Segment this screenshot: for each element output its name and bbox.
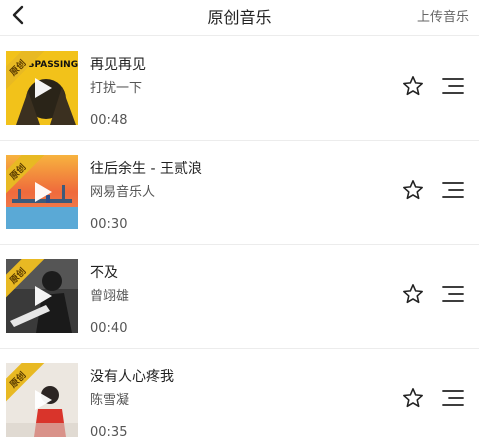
song-item[interactable]: 原创 不及 曾翊雄 00:40 [0, 245, 479, 349]
page-title: 原创音乐 [207, 8, 272, 27]
song-title: 再见再见 [90, 57, 146, 73]
song-title: 没有人心疼我 [90, 369, 174, 385]
play-icon [35, 286, 52, 306]
play-icon [35, 78, 52, 98]
song-cover[interactable]: 原创 [6, 363, 78, 437]
song-cover[interactable]: 原创 [6, 259, 78, 333]
song-title: 往后余生 - 王贰浪 [90, 161, 202, 177]
song-cover[interactable]: ESPASSING 原创 [6, 51, 78, 125]
song-artist: 曾翊雄 [90, 289, 130, 304]
star-icon[interactable] [402, 75, 424, 97]
song-artist: 网易音乐人 [90, 185, 156, 200]
star-icon[interactable] [402, 283, 424, 305]
song-duration: 00:35 [90, 425, 128, 440]
upload-music-button[interactable]: 上传音乐 [417, 6, 469, 25]
play-icon [35, 182, 52, 202]
song-artist: 陈雪凝 [90, 393, 130, 408]
song-duration: 00:30 [90, 217, 128, 232]
top-bar: 原创音乐 上传音乐 [0, 0, 479, 36]
song-item[interactable]: 原创 没有人心疼我 陈雪凝 00:35 [0, 349, 479, 442]
song-list: ESPASSING 原创 再见再见 打扰一下 00:48 原创 往后余生 - 王… [0, 37, 479, 442]
song-cover[interactable]: 原创 [6, 155, 78, 229]
song-artist: 打扰一下 [90, 81, 143, 96]
song-item[interactable]: 原创 往后余生 - 王贰浪 网易音乐人 00:30 [0, 141, 479, 245]
menu-lines-icon[interactable] [441, 285, 465, 303]
song-duration: 00:48 [90, 113, 128, 128]
song-item[interactable]: ESPASSING 原创 再见再见 打扰一下 00:48 [0, 37, 479, 141]
menu-lines-icon[interactable] [441, 77, 465, 95]
play-icon [35, 390, 52, 410]
song-duration: 00:40 [90, 321, 128, 336]
menu-lines-icon[interactable] [441, 389, 465, 407]
menu-lines-icon[interactable] [441, 181, 465, 199]
star-icon[interactable] [402, 179, 424, 201]
song-title: 不及 [90, 265, 118, 281]
star-icon[interactable] [402, 387, 424, 409]
